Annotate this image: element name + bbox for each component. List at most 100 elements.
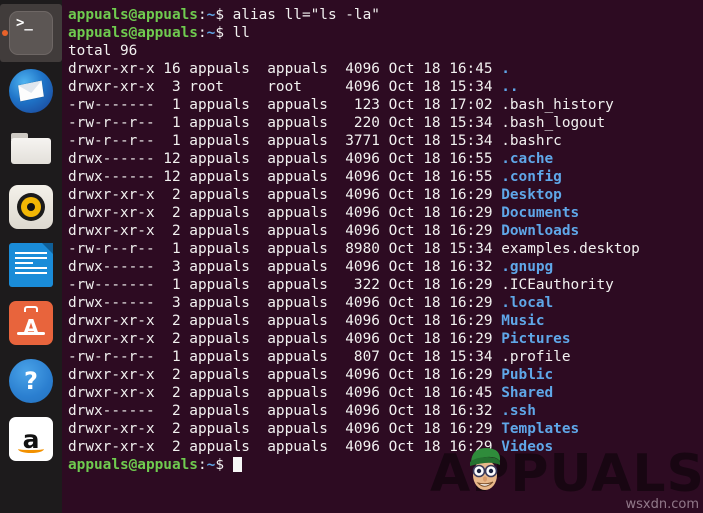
folder-icon (9, 127, 53, 171)
help-icon-glyph: ? (24, 367, 38, 395)
listing-row-meta: -rw-r--r-- 1 appuals appuals 8980 Oct 18… (68, 241, 502, 257)
listing-row-name: examples.desktop (501, 241, 640, 257)
listing-row: drwx------ 3 appuals appuals 4096 Oct 18… (68, 294, 703, 312)
terminal-command-line: appuals@appuals:~$ ll (68, 24, 703, 42)
listing-row: -rw------- 1 appuals appuals 322 Oct 18 … (68, 276, 703, 294)
listing-row-meta: drwxr-xr-x 2 appuals appuals 4096 Oct 18… (68, 313, 502, 329)
listing-row: -rw-r--r-- 1 appuals appuals 807 Oct 18 … (68, 348, 703, 366)
terminal-active-prompt-line[interactable]: appuals@appuals:~$ (68, 456, 703, 474)
prompt-user-host: appuals@appuals (68, 25, 198, 41)
listing-row: -rw------- 1 appuals appuals 123 Oct 18 … (68, 96, 703, 114)
listing-row-meta: drwxr-xr-x 2 appuals appuals 4096 Oct 18… (68, 205, 502, 221)
dock-item-help[interactable]: ? (0, 352, 62, 410)
prompt-colon: : (197, 457, 207, 473)
prompt-path: ~ (206, 25, 216, 41)
terminal-window[interactable]: appuals@appuals:~$ alias ll="ls -la" appu… (62, 0, 703, 513)
listing-row-name: .bash_history (501, 97, 614, 113)
listing-row-meta: drwx------ 12 appuals appuals 4096 Oct 1… (68, 151, 502, 167)
prompt-colon: : (197, 7, 207, 23)
listing-row: drwx------ 2 appuals appuals 4096 Oct 18… (68, 402, 703, 420)
listing-row-name: Templates (501, 421, 580, 437)
folder-body-shape (11, 138, 51, 164)
listing-row-name: Downloads (501, 223, 580, 239)
amazon-smile-shape (18, 445, 44, 453)
envelope-shape (18, 80, 44, 102)
listing-row: drwxr-xr-x 16 appuals appuals 4096 Oct 1… (68, 60, 703, 78)
listing-row: drwxr-xr-x 2 appuals appuals 4096 Oct 18… (68, 312, 703, 330)
prompt-user-host: appuals@appuals (68, 457, 198, 473)
doc-line (15, 262, 33, 264)
listing-row-name: Music (501, 313, 545, 329)
listing-row: drwxr-xr-x 2 appuals appuals 4096 Oct 18… (68, 186, 703, 204)
unity-dock: >_ A ? a (0, 0, 62, 513)
terminal-output: appuals@appuals:~$ alias ll="ls -la" appu… (68, 6, 703, 474)
listing-row-name: .. (501, 79, 519, 95)
doc-line (15, 252, 47, 254)
command-text: ll (232, 25, 250, 41)
prompt-colon: : (197, 25, 207, 41)
listing-row: drwxr-xr-x 2 appuals appuals 4096 Oct 18… (68, 438, 703, 456)
listing-total-line: total 96 (68, 43, 138, 59)
listing-row-meta: drwxr-xr-x 2 appuals appuals 4096 Oct 18… (68, 421, 502, 437)
listing-row: -rw-r--r-- 1 appuals appuals 220 Oct 18 … (68, 114, 703, 132)
listing-row-meta: drwxr-xr-x 16 appuals appuals 4096 Oct 1… (68, 61, 502, 77)
listing-row-name: .cache (501, 151, 554, 167)
listing-row-name: .bashrc (501, 133, 562, 149)
prompt-user-host: appuals@appuals (68, 7, 198, 23)
terminal-icon: >_ (9, 11, 53, 55)
dock-item-libreoffice-writer[interactable] (0, 236, 62, 294)
listing-row: drwxr-xr-x 2 appuals appuals 4096 Oct 18… (68, 366, 703, 384)
listing-row-meta: drwxr-xr-x 2 appuals appuals 4096 Oct 18… (68, 439, 502, 455)
dock-item-files[interactable] (0, 120, 62, 178)
listing-row-name: .local (501, 295, 554, 311)
listing-row-name: .config (501, 169, 562, 185)
listing-row-name: . (501, 61, 510, 77)
listing-row: drwxr-xr-x 3 root root 4096 Oct 18 15:34… (68, 78, 703, 96)
thunderbird-icon (9, 69, 53, 113)
briefcase-handle-shape (24, 306, 38, 312)
listing-row-name: .profile (501, 349, 571, 365)
listing-row-name: Documents (501, 205, 580, 221)
listing-row: -rw-r--r-- 1 appuals appuals 3771 Oct 18… (68, 132, 703, 150)
listing-row-meta: drwx------ 2 appuals appuals 4096 Oct 18… (68, 403, 502, 419)
listing-row-meta: -rw------- 1 appuals appuals 322 Oct 18 … (68, 277, 502, 293)
prompt-dollar: $ (215, 457, 233, 473)
amazon-icon: a (9, 417, 53, 461)
listing-row-name: Pictures (501, 331, 571, 347)
dock-item-terminal[interactable]: >_ (0, 4, 62, 62)
listing-row: drwxr-xr-x 2 appuals appuals 4096 Oct 18… (68, 420, 703, 438)
listing-row-name: Public (501, 367, 554, 383)
listing-row-meta: drwx------ 3 appuals appuals 4096 Oct 18… (68, 295, 502, 311)
prompt-path: ~ (206, 457, 216, 473)
listing-row-name: Videos (501, 439, 554, 455)
listing-row: drwx------ 3 appuals appuals 4096 Oct 18… (68, 258, 703, 276)
listing-row-meta: drwxr-xr-x 2 appuals appuals 4096 Oct 18… (68, 367, 502, 383)
listing-row-meta: -rw-r--r-- 1 appuals appuals 807 Oct 18 … (68, 349, 502, 365)
listing-row-meta: -rw-r--r-- 1 appuals appuals 3771 Oct 18… (68, 133, 502, 149)
desktop-screen: >_ A ? a appuals@appuals:~$ alias ll="ls… (0, 0, 703, 513)
speaker-cone (21, 197, 41, 217)
listing-row: drwx------ 12 appuals appuals 4096 Oct 1… (68, 168, 703, 186)
listing-row: drwxr-xr-x 2 appuals appuals 4096 Oct 18… (68, 384, 703, 402)
speaker-center (27, 203, 35, 211)
dock-item-rhythmbox[interactable] (0, 178, 62, 236)
dock-item-ubuntu-software[interactable]: A (0, 294, 62, 352)
briefcase-bar-shape (17, 332, 45, 335)
listing-row: drwxr-xr-x 2 appuals appuals 4096 Oct 18… (68, 204, 703, 222)
listing-row-meta: drwxr-xr-x 2 appuals appuals 4096 Oct 18… (68, 385, 502, 401)
briefcase-a-icon: A (9, 301, 53, 345)
doc-line (15, 272, 47, 274)
dock-item-thunderbird[interactable] (0, 62, 62, 120)
doc-line (15, 267, 47, 269)
doc-line (15, 257, 47, 259)
speaker-icon (9, 185, 53, 229)
speaker-outer-ring (17, 193, 45, 221)
listing-row: drwxr-xr-x 2 appuals appuals 4096 Oct 18… (68, 330, 703, 348)
listing-row-name: .bash_logout (501, 115, 606, 131)
command-text: alias ll="ls -la" (232, 7, 380, 23)
dock-item-amazon[interactable]: a (0, 410, 62, 468)
listing-row-meta: drwxr-xr-x 2 appuals appuals 4096 Oct 18… (68, 331, 502, 347)
terminal-command-line: appuals@appuals:~$ alias ll="ls -la" (68, 6, 703, 24)
listing-row-name: Shared (501, 385, 554, 401)
listing-row-meta: drwxr-xr-x 3 root root 4096 Oct 18 15:34 (68, 79, 502, 95)
